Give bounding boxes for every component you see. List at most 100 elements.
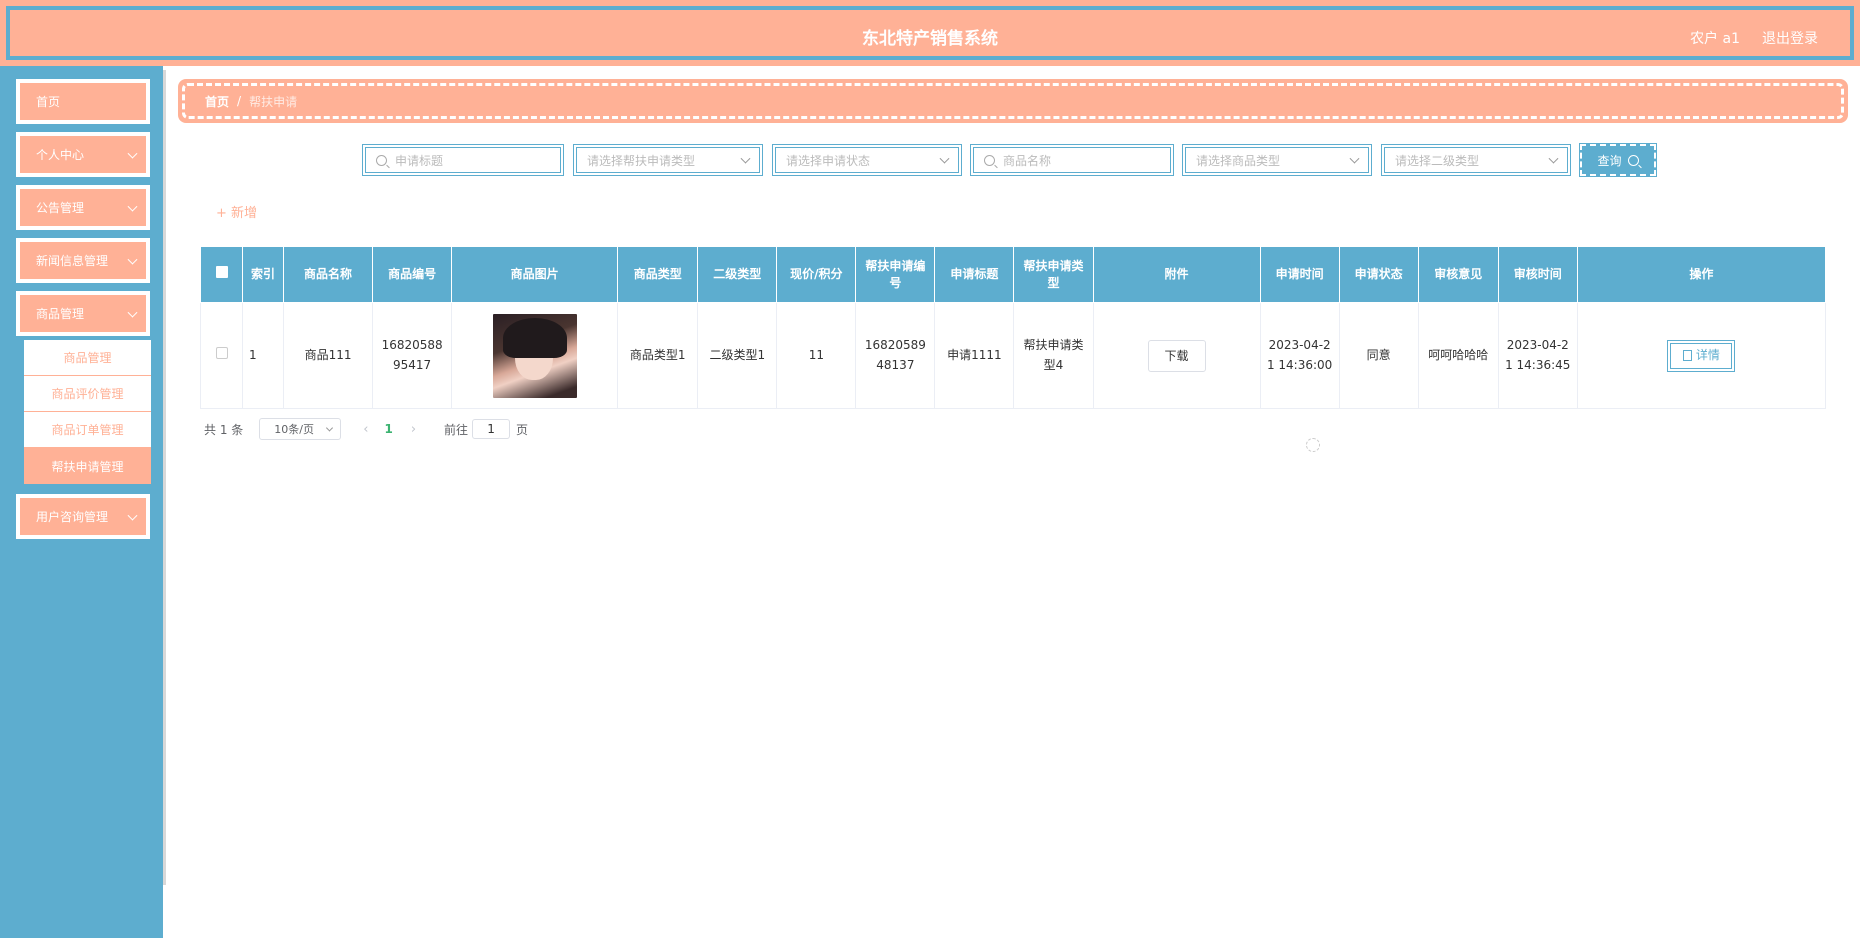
chevron-down-icon — [127, 201, 138, 212]
cell-product-type: 商品类型1 — [617, 302, 699, 409]
chevron-down-icon — [127, 254, 138, 265]
cell-price: 11 — [776, 302, 857, 409]
cell-review-time: 2023-04-21 14:36:45 — [1497, 302, 1578, 409]
row-checkbox[interactable] — [215, 346, 228, 359]
page-suffix: 页 — [516, 422, 529, 437]
sub-type-placeholder: 请选择二级类型 — [1395, 153, 1480, 168]
query-button-label: 查询 — [1597, 153, 1622, 168]
top-header: 东北特产销售系统 农户 a1 退出登录 — [0, 0, 1860, 66]
column-header: 商品名称 — [283, 246, 374, 303]
page-number[interactable]: 1 — [384, 422, 392, 436]
sidebar-divider — [163, 70, 166, 885]
column-header: 商品类型 — [617, 246, 699, 303]
cell-product-name: 商品111 — [283, 302, 374, 409]
sidebar-item-consult[interactable]: 用户咨询管理 — [16, 494, 150, 539]
select-all-header[interactable] — [199, 246, 244, 303]
detail-button[interactable]: 详情 — [1667, 339, 1736, 372]
chevron-down-icon — [326, 424, 334, 432]
sidebar-item-personal-center[interactable]: 个人中心 — [16, 132, 150, 177]
sidebar-item-product[interactable]: 商品管理 — [16, 291, 150, 336]
product-name-placeholder: 商品名称 — [1003, 153, 1052, 168]
user-name[interactable]: 农户 a1 — [1690, 28, 1740, 48]
cell-sub-type: 二级类型1 — [697, 302, 778, 409]
product-submenu: 商品管理 商品评价管理 商品订单管理 帮扶申请管理 — [24, 340, 151, 484]
header-user-area: 农户 a1 退出登录 — [1690, 28, 1818, 48]
column-header: 商品编号 — [372, 246, 453, 303]
chevron-down-icon — [939, 153, 950, 164]
apply-title-input[interactable]: 申请标题 — [362, 144, 564, 176]
submenu-item-help-apply[interactable]: 帮扶申请管理 — [24, 448, 151, 484]
column-header: 操作 — [1576, 246, 1827, 303]
sidebar-item-label: 公告管理 — [36, 201, 85, 215]
sub-type-select[interactable]: 请选择二级类型 — [1381, 144, 1571, 176]
breadcrumb: 首页 / 帮扶申请 — [178, 79, 1848, 123]
app-title: 东北特产销售系统 — [862, 29, 998, 49]
sidebar-item-home[interactable]: 首页 — [16, 79, 150, 124]
document-icon — [1682, 350, 1692, 361]
product-type-placeholder: 请选择商品类型 — [1196, 153, 1281, 168]
column-header: 商品图片 — [451, 246, 619, 303]
column-header: 帮扶申请编号 — [855, 246, 936, 303]
submenu-item-order[interactable]: 商品订单管理 — [24, 412, 151, 448]
table-header-row: 索引 商品名称 商品编号 商品图片 商品类型 二级类型 现价/积分 帮扶申请编号… — [199, 246, 1827, 303]
chevron-down-icon — [127, 307, 138, 318]
search-icon — [984, 154, 995, 166]
column-header: 审核意见 — [1417, 246, 1499, 303]
column-header: 申请时间 — [1259, 246, 1340, 303]
product-image — [492, 313, 577, 398]
cell-apply-title: 申请1111 — [934, 302, 1015, 409]
column-header: 帮扶申请类型 — [1013, 246, 1094, 303]
page-size-value: 10条/页 — [274, 423, 314, 436]
header-frame: 东北特产销售系统 农户 a1 退出登录 — [6, 6, 1854, 60]
sidebar-item-notice[interactable]: 公告管理 — [16, 185, 150, 230]
apply-type-select[interactable]: 请选择帮扶申请类型 — [573, 144, 763, 176]
goto-page-input[interactable]: 1 — [472, 419, 511, 439]
column-header: 索引 — [242, 246, 285, 303]
apply-title-placeholder: 申请标题 — [395, 153, 444, 168]
cell-apply-type: 帮扶申请类型4 — [1013, 302, 1094, 409]
add-button[interactable]: + 新增 — [216, 202, 257, 221]
column-header: 审核时间 — [1497, 246, 1578, 303]
chevron-down-icon — [127, 148, 138, 159]
select-all-checkbox[interactable] — [215, 266, 228, 279]
apply-status-select[interactable]: 请选择申请状态 — [772, 144, 962, 176]
cell-product-no: 1682058895417 — [372, 302, 453, 409]
chevron-down-icon — [1349, 153, 1360, 164]
breadcrumb-home[interactable]: 首页 — [205, 93, 229, 110]
submenu-item-review[interactable]: 商品评价管理 — [24, 376, 151, 412]
breadcrumb-current: 帮扶申请 — [249, 94, 298, 109]
chevron-down-icon — [1548, 153, 1559, 164]
apply-table: 索引 商品名称 商品编号 商品图片 商品类型 二级类型 现价/积分 帮扶申请编号… — [199, 246, 1827, 409]
query-button[interactable]: 查询 — [1579, 143, 1657, 177]
apply-type-placeholder: 请选择帮扶申请类型 — [587, 153, 696, 168]
cell-apply-time: 2023-04-21 14:36:00 — [1259, 302, 1340, 409]
download-button[interactable]: 下载 — [1147, 339, 1206, 372]
cell-index: 1 — [242, 302, 285, 409]
page-size-select[interactable]: 10条/页 — [259, 418, 342, 440]
logout-link[interactable]: 退出登录 — [1762, 28, 1818, 48]
submenu-item-product[interactable]: 商品管理 — [24, 340, 151, 376]
sidebar-item-news[interactable]: 新闻信息管理 — [16, 238, 150, 283]
breadcrumb-separator: / — [237, 94, 242, 108]
sidebar-item-label: 商品管理 — [36, 307, 85, 321]
search-icon — [376, 154, 387, 166]
goto-label: 前往 — [444, 422, 469, 437]
apply-status-placeholder: 请选择申请状态 — [786, 153, 871, 168]
column-header: 现价/积分 — [776, 246, 857, 303]
column-header: 附件 — [1092, 246, 1261, 303]
column-header: 二级类型 — [697, 246, 778, 303]
product-name-input[interactable]: 商品名称 — [970, 144, 1174, 176]
next-page-icon[interactable]: › — [411, 422, 416, 437]
prev-page-icon[interactable]: ‹ — [363, 422, 368, 437]
chevron-down-icon — [127, 510, 138, 521]
sidebar-item-label: 新闻信息管理 — [36, 254, 109, 268]
loading-cursor-icon — [1306, 438, 1320, 452]
pagination: 共 1 条 10条/页 ‹ 1 › 前往 1 页 — [204, 418, 528, 440]
product-type-select[interactable]: 请选择商品类型 — [1182, 144, 1372, 176]
sidebar-item-label: 首页 — [36, 95, 61, 109]
table-row: 1 商品111 1682058895417 商品类型1 二级类型1 11 168… — [199, 302, 1827, 409]
cell-apply-no: 1682058948137 — [855, 302, 936, 409]
cell-status: 同意 — [1338, 302, 1419, 409]
search-icon — [1627, 154, 1639, 166]
column-header: 申请状态 — [1338, 246, 1419, 303]
